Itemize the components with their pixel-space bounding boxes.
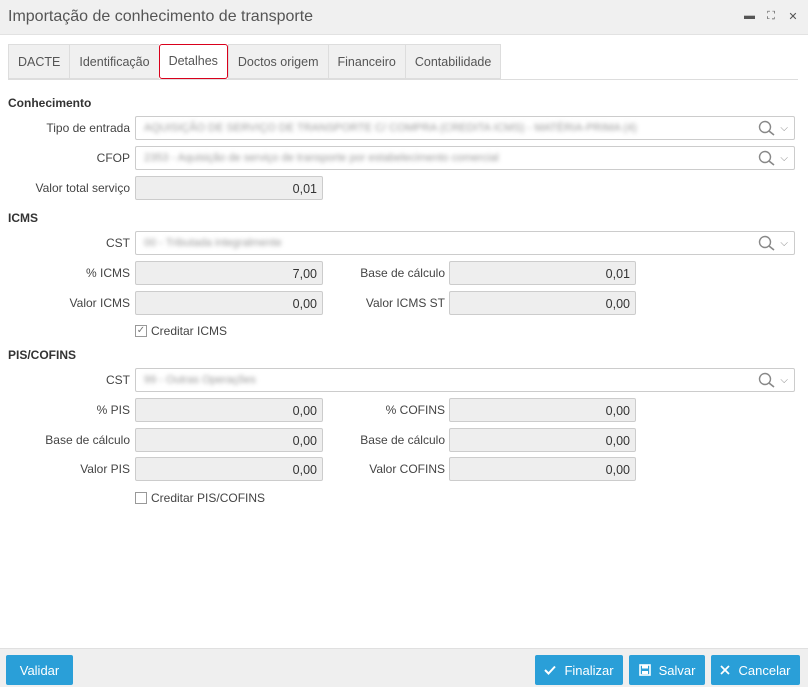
icms-base-value: 0,01: [605, 267, 630, 281]
check-icon: [544, 665, 557, 675]
base-pis-field[interactable]: 0,00: [135, 428, 323, 452]
icms-valor-value: 0,00: [292, 297, 317, 311]
cfop-label: CFOP: [96, 151, 130, 165]
pis-pct-value: 0,00: [292, 404, 317, 418]
icms-cst-select[interactable]: 00 - Tributada integralmente ⌵: [135, 231, 795, 255]
finalizar-label: Finalizar: [564, 662, 614, 678]
valor-total-label: Valor total serviço: [35, 181, 130, 195]
creditar-piscofins-label: Creditar PIS/COFINS: [151, 491, 266, 505]
validar-label: Validar: [19, 662, 60, 678]
footer-bar: Validar Finalizar Salvar Cancelar: [0, 648, 808, 687]
search-icon[interactable]: [758, 150, 776, 166]
valor-cofins-field[interactable]: 0,00: [449, 457, 636, 481]
close-icon: [720, 665, 731, 675]
tipo-entrada-value: AQUISIÇÃO DE SERVIÇO DE TRANSPORTE C/ CO…: [144, 122, 637, 134]
tipo-entrada-select[interactable]: AQUISIÇÃO DE SERVIÇO DE TRANSPORTE C/ CO…: [135, 116, 795, 140]
valor-pis-field[interactable]: 0,00: [135, 457, 323, 481]
cfop-value: 2353 - Aquisição de serviço de transport…: [144, 152, 499, 164]
window-controls: ▬ ⛶ ✕: [744, 10, 798, 23]
valor-total-value: 0,01: [292, 182, 317, 196]
salvar-button[interactable]: Salvar: [629, 655, 705, 685]
cofins-pct-field[interactable]: 0,00: [449, 398, 636, 422]
section-icms: ICMS: [8, 211, 38, 225]
chevron-down-icon[interactable]: ⌵: [780, 238, 788, 249]
cofins-pct-value: 0,00: [605, 404, 630, 418]
icms-base-field[interactable]: 0,01: [449, 261, 636, 285]
tab-contabilidade[interactable]: Contabilidade: [404, 44, 502, 79]
icms-cst-label: CST: [106, 236, 130, 250]
section-conhecimento: Conhecimento: [8, 96, 92, 110]
tab-financeiro[interactable]: Financeiro: [327, 44, 405, 79]
creditar-icms-label: Creditar ICMS: [151, 324, 228, 338]
cancelar-label: Cancelar: [738, 662, 791, 678]
tab-doctos-origem[interactable]: Doctos origem: [227, 44, 328, 79]
chevron-down-icon[interactable]: ⌵: [780, 123, 788, 134]
save-icon: [638, 664, 651, 676]
close-icon[interactable]: ✕: [788, 10, 798, 23]
cfop-select[interactable]: 2353 - Aquisição de serviço de transport…: [135, 146, 795, 170]
base-cofins-value: 0,00: [605, 434, 630, 448]
icms-pct-field[interactable]: 7,00: [135, 261, 323, 285]
valor-cofins-value: 0,00: [605, 463, 630, 477]
icms-valor-st-label: Valor ICMS ST: [365, 296, 445, 310]
validar-button[interactable]: Validar: [6, 655, 73, 685]
chevron-down-icon[interactable]: ⌵: [780, 153, 788, 164]
piscofins-cst-value: 99 - Outras Operações: [144, 374, 256, 386]
search-icon[interactable]: [758, 120, 776, 136]
pis-pct-field[interactable]: 0,00: [135, 398, 323, 422]
window-title: Importação de conhecimento de transporte: [8, 8, 314, 25]
search-icon[interactable]: [758, 235, 776, 251]
base-pis-value: 0,00: [292, 434, 317, 448]
creditar-icms-checkbox[interactable]: ✓ Creditar ICMS: [135, 324, 227, 338]
piscofins-cst-label: CST: [106, 373, 130, 387]
search-icon[interactable]: [758, 372, 776, 388]
icms-valor-field[interactable]: 0,00: [135, 291, 323, 315]
creditar-piscofins-checkbox[interactable]: Creditar PIS/COFINS: [135, 491, 265, 505]
finalizar-button[interactable]: Finalizar: [535, 655, 623, 685]
base-cofins-label: Base de cálculo: [360, 433, 445, 447]
maximize-icon[interactable]: ⛶: [766, 10, 776, 23]
title-bar: Importação de conhecimento de transporte…: [0, 0, 808, 35]
base-cofins-field[interactable]: 0,00: [449, 428, 636, 452]
section-piscofins: PIS/COFINS: [8, 348, 77, 362]
icms-pct-value: 7,00: [292, 267, 317, 281]
pis-pct-label: % PIS: [96, 403, 130, 417]
icms-cst-value: 00 - Tributada integralmente: [144, 237, 282, 249]
valor-total-field[interactable]: 0,01: [135, 176, 323, 200]
salvar-label: Salvar: [658, 662, 696, 678]
tab-dacte[interactable]: DACTE: [8, 44, 70, 79]
base-pis-label: Base de cálculo: [45, 433, 130, 447]
icms-valor-st-field[interactable]: 0,00: [449, 291, 636, 315]
checkbox-checked-icon: ✓: [135, 325, 147, 337]
piscofins-cst-select[interactable]: 99 - Outras Operações ⌵: [135, 368, 795, 392]
valor-pis-value: 0,00: [292, 463, 317, 477]
valor-cofins-label: Valor COFINS: [369, 462, 445, 476]
tab-identificacao[interactable]: Identificação: [69, 44, 159, 79]
cancelar-button[interactable]: Cancelar: [711, 655, 800, 685]
minimize-icon[interactable]: ▬: [744, 10, 755, 23]
icms-pct-label: % ICMS: [85, 266, 130, 280]
tab-bar: DACTE Identificação Detalhes Doctos orig…: [8, 44, 502, 80]
icms-base-label: Base de cálculo: [360, 266, 445, 280]
tab-divider: [8, 79, 798, 80]
icms-valor-st-value: 0,00: [605, 297, 630, 311]
checkbox-unchecked-icon: [135, 492, 147, 504]
cofins-pct-label: % COFINS: [385, 403, 445, 417]
tab-detalhes[interactable]: Detalhes: [158, 44, 228, 79]
icms-valor-label: Valor ICMS: [69, 296, 130, 310]
tipo-entrada-label: Tipo de entrada: [46, 121, 130, 135]
chevron-down-icon[interactable]: ⌵: [780, 375, 788, 386]
valor-pis-label: Valor PIS: [80, 462, 130, 476]
